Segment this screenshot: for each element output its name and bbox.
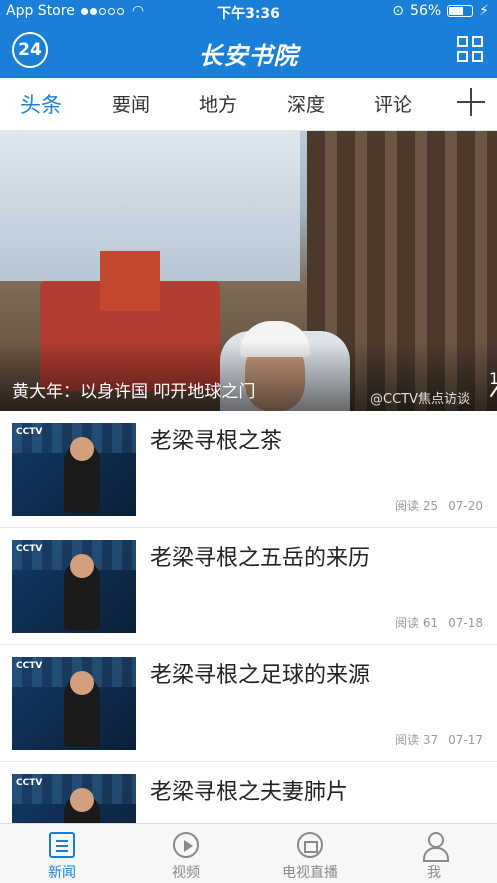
article-meta: 阅读 61 07-18 xyxy=(395,616,483,630)
tab-headlines[interactable]: 头条 xyxy=(20,89,62,119)
tab-major-news[interactable]: 要闻 xyxy=(112,90,150,117)
add-channel-icon[interactable] xyxy=(457,88,485,116)
profile-icon xyxy=(421,832,449,862)
list-item[interactable]: CCTV 老梁寻根之夫妻肺片 xyxy=(0,762,497,823)
article-title: 老梁寻根之夫妻肺片 xyxy=(150,780,349,805)
article-title: 老梁寻根之五岳的来历 xyxy=(150,546,371,571)
video-icon xyxy=(173,832,199,858)
article-meta: 阅读 25 07-20 xyxy=(395,499,483,513)
bottom-tab-tv-live[interactable]: 电视直播 xyxy=(248,824,372,883)
article-title: 老梁寻根之足球的来源 xyxy=(150,663,371,688)
status-bar: App Store ◠ 下午3:36 ⊙ 56% ⚡ xyxy=(0,0,497,24)
article-meta: 阅读 37 07-17 xyxy=(395,733,483,747)
tv-live-icon xyxy=(297,832,323,858)
hero-carousel[interactable]: 黄大年：以身许国 叩开地球之门 @CCTV焦点访谈 1 4 xyxy=(0,131,497,411)
app-header: 24 长安书院 xyxy=(0,24,497,78)
tab-depth[interactable]: 深度 xyxy=(287,90,325,117)
article-thumbnail: CCTV xyxy=(12,540,136,633)
hero-watermark: @CCTV焦点访谈 xyxy=(370,392,470,407)
tab-comment[interactable]: 评论 xyxy=(374,90,412,117)
app-logo: 长安书院 xyxy=(198,42,299,70)
category-tabs: 头条 要闻 地方 深度 评论 xyxy=(0,78,497,131)
list-item[interactable]: CCTV 老梁寻根之五岳的来历 阅读 61 07-18 xyxy=(0,528,497,645)
bottom-tab-bar: 新闻 视频 电视直播 我 xyxy=(0,823,497,883)
tab-local[interactable]: 地方 xyxy=(199,90,237,117)
bottom-tab-news[interactable]: 新闻 xyxy=(0,824,124,883)
battery-percent: 56% xyxy=(410,3,442,19)
news-icon xyxy=(49,832,75,858)
article-list: CCTV 老梁寻根之茶 阅读 25 07-20 CCTV 老梁寻根之五岳的来历 阅… xyxy=(0,411,497,823)
article-thumbnail: CCTV xyxy=(12,774,136,823)
bottom-tab-me[interactable]: 我 xyxy=(372,824,496,883)
bottom-tab-video[interactable]: 视频 xyxy=(124,824,248,883)
list-item[interactable]: CCTV 老梁寻根之茶 阅读 25 07-20 xyxy=(0,411,497,528)
grid-menu-icon[interactable] xyxy=(457,36,485,64)
list-item[interactable]: CCTV 老梁寻根之足球的来源 阅读 37 07-17 xyxy=(0,645,497,762)
article-title: 老梁寻根之茶 xyxy=(150,429,283,454)
charging-icon: ⚡ xyxy=(479,3,489,19)
hero-title[interactable]: 黄大年：以身许国 叩开地球之门 xyxy=(12,377,255,402)
battery-icon xyxy=(447,5,474,17)
article-thumbnail: CCTV xyxy=(12,423,136,516)
rotation-lock-icon: ⊙ xyxy=(392,3,405,19)
article-thumbnail: CCTV xyxy=(12,657,136,750)
